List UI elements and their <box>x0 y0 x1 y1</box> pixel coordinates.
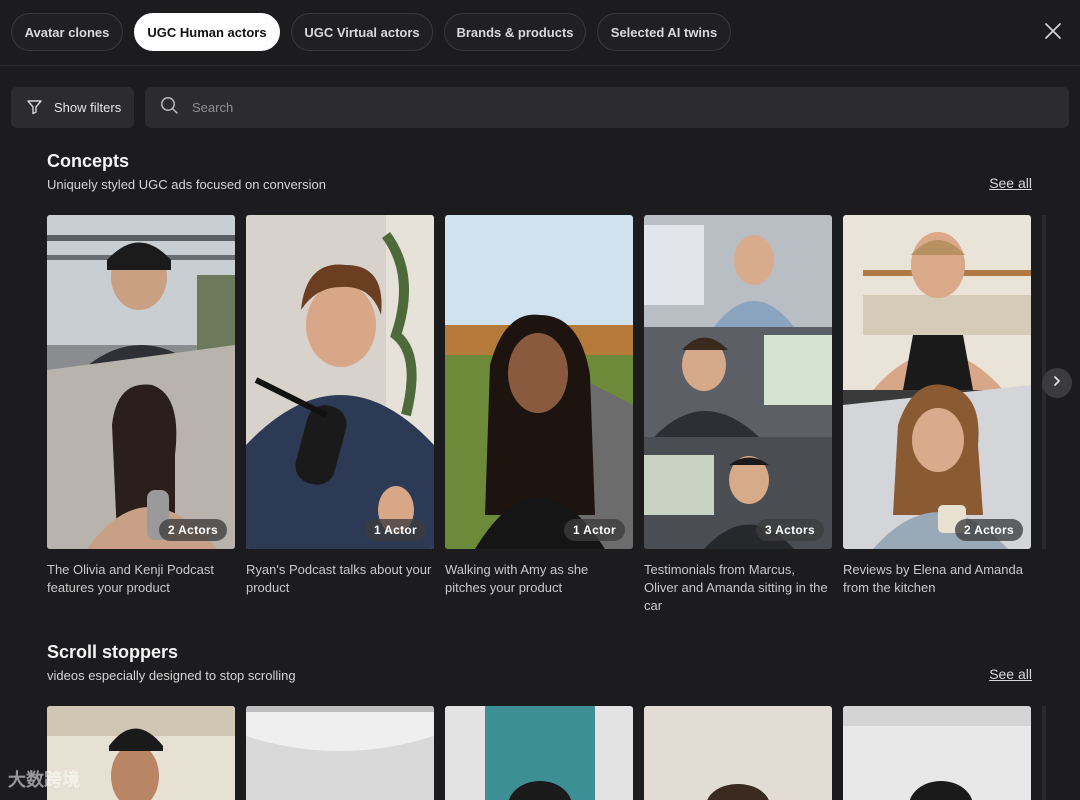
card-caption: Walking with Amy as she pitches your pro… <box>445 562 589 595</box>
video-thumbnail: 1 Actor <box>445 215 633 549</box>
video-thumbnail <box>445 706 633 800</box>
watermark-logo: 大数跨境 <box>8 766 80 792</box>
video-thumbnail: 1 Actor <box>246 215 434 549</box>
scroll-stoppers-see-all-link[interactable]: See all <box>989 666 1032 682</box>
video-thumbnail <box>644 706 832 800</box>
watermark-text: 大数跨境 <box>8 770 80 790</box>
concepts-section-title: Concepts <box>47 151 130 171</box>
scroll-stopper-card[interactable] <box>246 706 434 800</box>
scroll-stopper-card[interactable] <box>644 706 832 800</box>
show-filters-button[interactable]: Show filters <box>11 87 134 128</box>
concept-card[interactable]: 1 Actor Walking with Amy as she pitches … <box>445 215 633 597</box>
actor-count-badge: 2 Actors <box>159 519 227 541</box>
filter-icon <box>26 98 43 118</box>
concepts-see-all-link[interactable]: See all <box>989 175 1032 191</box>
concept-card[interactable]: 2 Actors The Olivia and Kenji Podcast fe… <box>47 215 235 597</box>
tab-brands-products[interactable]: Brands & products <box>444 13 586 51</box>
video-thumbnail <box>843 706 1031 800</box>
tab-ugc-virtual-actors[interactable]: UGC Virtual actors <box>291 13 433 51</box>
card-caption: The Olivia and Kenji Podcast features yo… <box>47 562 214 595</box>
scroll-stopper-card[interactable] <box>445 706 633 800</box>
video-thumbnail: 2 Actors <box>47 215 235 549</box>
close-icon[interactable] <box>1042 20 1064 42</box>
actor-count-badge: 1 Actor <box>365 519 426 541</box>
actor-count-badge: 2 Actors <box>955 519 1023 541</box>
next-card-peek <box>1042 706 1046 800</box>
concept-card[interactable]: 2 Actors Reviews by Elena and Amanda fro… <box>843 215 1031 597</box>
video-thumbnail <box>246 706 434 800</box>
show-filters-label: Show filters <box>54 100 122 115</box>
video-thumbnail: 2 Actors <box>843 215 1031 549</box>
carousel-next-button[interactable] <box>1042 368 1072 398</box>
scroll-stoppers-section-title: Scroll stoppers <box>47 642 179 662</box>
tab-selected-ai-twins[interactable]: Selected AI twins <box>597 13 731 51</box>
search-input[interactable] <box>192 100 1052 115</box>
tab-avatar-clones[interactable]: Avatar clones <box>11 13 123 51</box>
card-caption: Testimonials from Marcus, Oliver and Ama… <box>644 562 828 613</box>
actor-count-badge: 3 Actors <box>756 519 824 541</box>
scroll-stoppers-section-subtitle: videos especially designed to stop scrol… <box>47 668 296 683</box>
video-thumbnail: 3 Actors <box>644 215 832 549</box>
search-icon <box>160 96 179 120</box>
actor-count-badge: 1 Actor <box>564 519 625 541</box>
tab-ugc-human-actors[interactable]: UGC Human actors <box>134 13 280 51</box>
category-tab-bar: Avatar clones UGC Human actors UGC Virtu… <box>0 0 1080 66</box>
search-bar <box>145 87 1069 128</box>
concept-card[interactable]: 3 Actors Testimonials from Marcus, Olive… <box>644 215 832 615</box>
card-caption: Reviews by Elena and Amanda from the kit… <box>843 562 1023 595</box>
chevron-right-icon <box>1051 374 1063 392</box>
scroll-stopper-card[interactable] <box>843 706 1031 800</box>
concepts-section-subtitle: Uniquely styled UGC ads focused on conve… <box>47 177 326 192</box>
card-caption: Ryan's Podcast talks about your product <box>246 562 432 595</box>
concept-card[interactable]: 1 Actor Ryan's Podcast talks about your … <box>246 215 434 597</box>
